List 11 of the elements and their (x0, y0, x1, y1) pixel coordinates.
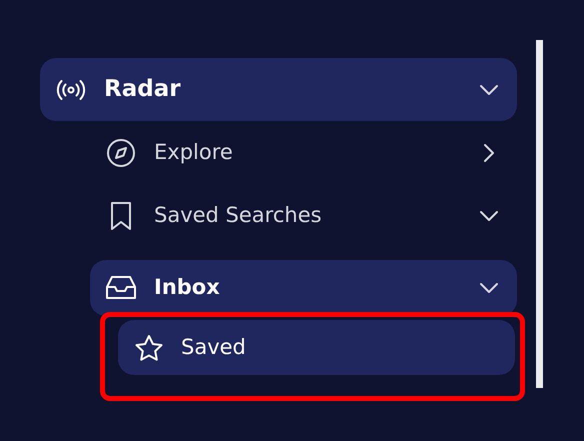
nav-item[interactable]: Explore (90, 121, 517, 184)
nav-item[interactable]: Radar (40, 58, 517, 121)
inbox-icon (106, 275, 136, 301)
compass-icon (106, 138, 136, 168)
nav-item[interactable]: Inbox (90, 260, 517, 316)
bookmark-icon (109, 200, 133, 230)
radar-icon (56, 78, 86, 102)
nav-item[interactable]: Saved (118, 320, 515, 375)
nav-item[interactable]: Saved Searches (90, 184, 517, 247)
star-icon (134, 334, 164, 362)
scrollbar[interactable] (536, 40, 543, 388)
